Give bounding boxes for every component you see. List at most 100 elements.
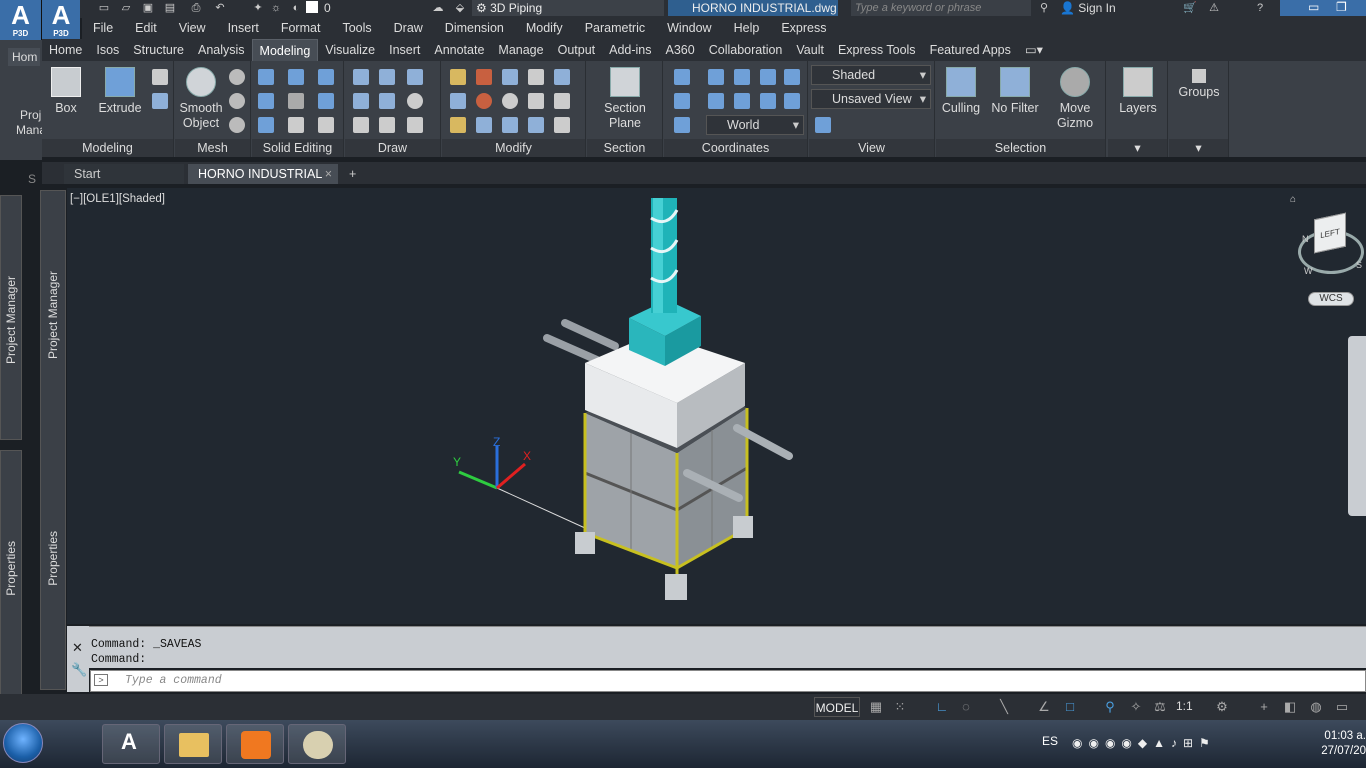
thicken-icon[interactable] bbox=[288, 117, 304, 133]
plus-icon[interactable]: + bbox=[1256, 699, 1272, 715]
object-snap-icon[interactable]: □ bbox=[1062, 699, 1078, 715]
tab-annotate[interactable]: Annotate bbox=[427, 39, 491, 61]
drawing-viewport[interactable]: Y Z X bbox=[67, 188, 1366, 624]
panel-coordinates-footer[interactable]: Coordinates bbox=[664, 139, 807, 157]
menu-item[interactable]: Edit bbox=[124, 18, 168, 39]
tab-visualize[interactable]: Visualize bbox=[318, 39, 382, 61]
separate-icon[interactable] bbox=[318, 117, 334, 133]
ucs-zaxis-icon[interactable] bbox=[784, 93, 800, 109]
menu-item[interactable]: Insert bbox=[217, 18, 270, 39]
annotation-visibility-icon[interactable]: ⚲ bbox=[1102, 699, 1118, 715]
ellipse-icon[interactable] bbox=[407, 117, 423, 133]
properties-palette-collapsed[interactable]: Properties bbox=[0, 450, 22, 695]
helix-icon[interactable] bbox=[353, 69, 369, 85]
layers-button[interactable]: Layers bbox=[1114, 67, 1162, 116]
tab-insert[interactable]: Insert bbox=[382, 39, 427, 61]
menu-item[interactable]: View bbox=[168, 18, 217, 39]
panel-section-footer[interactable]: Section bbox=[587, 139, 662, 157]
menu-item[interactable]: Dimension bbox=[434, 18, 515, 39]
start-button[interactable] bbox=[3, 723, 43, 763]
auto-scale-icon[interactable]: ✧ bbox=[1128, 699, 1144, 715]
polygon-icon[interactable] bbox=[353, 117, 369, 133]
named-view-dropdown[interactable]: Unsaved View bbox=[811, 89, 931, 109]
viewport-controls-label[interactable]: [−][OLE1][Shaded] bbox=[70, 193, 165, 205]
layer-name[interactable]: 0 bbox=[324, 0, 331, 16]
extract-edges-icon[interactable] bbox=[318, 69, 334, 85]
undo-icon[interactable]: ↶ bbox=[212, 0, 228, 16]
tab-analysis[interactable]: Analysis bbox=[191, 39, 252, 61]
hardware-acceleration-icon[interactable]: ◍ bbox=[1308, 699, 1324, 715]
menu-item[interactable]: Window bbox=[656, 18, 722, 39]
subtract-icon[interactable] bbox=[288, 69, 304, 85]
scale-icon[interactable] bbox=[502, 117, 518, 133]
cloud-icon[interactable]: ☁ bbox=[430, 0, 446, 16]
tab-collaboration[interactable]: Collaboration bbox=[702, 39, 790, 61]
polysolid-icon[interactable] bbox=[152, 69, 168, 85]
command-line-handle[interactable]: ✕ 🔧 bbox=[67, 626, 89, 692]
annotation-scale[interactable]: 1:1 bbox=[1176, 699, 1193, 713]
interfere-icon[interactable] bbox=[258, 117, 274, 133]
chamfer-icon[interactable] bbox=[554, 93, 570, 109]
panel-solid-editing-footer[interactable]: Solid Editing bbox=[252, 139, 343, 157]
new-file-icon[interactable]: ▭ bbox=[96, 0, 112, 16]
menu-item[interactable]: Express bbox=[770, 18, 837, 39]
taskbar-clock[interactable]: 01:03 a. 27/07/20 bbox=[1310, 729, 1366, 759]
panel-selection-footer[interactable]: Selection bbox=[936, 139, 1105, 157]
offset-icon[interactable] bbox=[528, 117, 544, 133]
spline-icon[interactable] bbox=[379, 69, 395, 85]
snap-icon[interactable] bbox=[476, 69, 492, 85]
app-logo-icon[interactable]: A P3D bbox=[42, 0, 80, 40]
isodraft-icon[interactable]: ╲ bbox=[996, 699, 1012, 715]
save-as-icon[interactable]: ▤ bbox=[162, 0, 178, 16]
close-icon[interactable]: ✕ bbox=[72, 640, 83, 656]
panel-modify-footer[interactable]: Modify bbox=[442, 139, 585, 157]
tab-output[interactable]: Output bbox=[551, 39, 603, 61]
groups-button[interactable]: Groups bbox=[1175, 69, 1223, 100]
background-tab-home[interactable]: Hom bbox=[8, 48, 40, 66]
ortho-icon[interactable]: ∟ bbox=[934, 699, 950, 715]
slice-icon[interactable] bbox=[288, 93, 304, 109]
rotate-icon[interactable] bbox=[502, 93, 518, 109]
ucs-origin-icon[interactable] bbox=[734, 69, 750, 85]
help-icon[interactable]: ? bbox=[1252, 0, 1268, 16]
tab-vault[interactable]: Vault bbox=[789, 39, 831, 61]
copy-icon[interactable] bbox=[528, 93, 544, 109]
move-gizmo-button[interactable]: Move Gizmo bbox=[1048, 67, 1102, 131]
ucs-world-icon[interactable] bbox=[708, 69, 724, 85]
mesh-sphere-icon[interactable] bbox=[229, 69, 245, 85]
menu-item[interactable]: Help bbox=[723, 18, 771, 39]
project-manager-palette-collapsed[interactable]: Project Manager bbox=[0, 195, 22, 440]
ucs-dropdown[interactable]: World bbox=[706, 115, 804, 135]
panel-layers-footer[interactable]: ▾ bbox=[1108, 139, 1167, 157]
viewcube[interactable]: LEFT N S W ⌂ bbox=[1290, 194, 1366, 298]
window-controls[interactable]: ▭ ❐ bbox=[1280, 0, 1366, 16]
close-tab-icon[interactable]: × bbox=[325, 164, 332, 184]
wrench-icon[interactable]: 🔧 bbox=[71, 662, 87, 678]
menu-item[interactable]: File bbox=[82, 18, 124, 39]
rotate3d-icon[interactable] bbox=[476, 93, 492, 109]
taskbar-pdf-app[interactable] bbox=[226, 724, 284, 764]
no-filter-button[interactable]: No Filter bbox=[988, 67, 1042, 116]
visual-style-dropdown[interactable]: Shaded bbox=[811, 65, 931, 85]
project-manager-palette[interactable]: Project Manager Properties bbox=[40, 190, 66, 690]
ucs-view-icon[interactable] bbox=[760, 69, 776, 85]
system-tray-icons[interactable]: ◉◉◉◉◆▲♪⊞⚑ bbox=[1072, 736, 1216, 750]
open-file-icon[interactable]: ▱ bbox=[118, 0, 134, 16]
menu-item[interactable]: Parametric bbox=[574, 18, 656, 39]
panel-modeling-footer[interactable]: Modeling bbox=[42, 139, 173, 157]
intersect-icon[interactable] bbox=[258, 93, 274, 109]
panel-mesh-footer[interactable]: Mesh bbox=[175, 139, 250, 157]
menu-item[interactable]: Modify bbox=[515, 18, 574, 39]
annotation-scale-icon[interactable]: ⚖ bbox=[1152, 699, 1168, 715]
erase-icon[interactable] bbox=[450, 117, 466, 133]
layer-on-icon[interactable]: ◐ bbox=[288, 0, 304, 16]
box-button[interactable]: Box bbox=[48, 67, 84, 116]
file-tab-start[interactable]: Start bbox=[64, 164, 184, 184]
tab-modeling[interactable]: Modeling bbox=[251, 39, 319, 61]
tab-a360[interactable]: A360 bbox=[659, 39, 702, 61]
tab-manage[interactable]: Manage bbox=[491, 39, 550, 61]
menu-item[interactable]: Format bbox=[270, 18, 332, 39]
align-icon[interactable] bbox=[554, 69, 570, 85]
ribbon-options-icon[interactable]: ▭▾ bbox=[1018, 39, 1050, 61]
ucs-named-icon[interactable] bbox=[674, 93, 690, 109]
